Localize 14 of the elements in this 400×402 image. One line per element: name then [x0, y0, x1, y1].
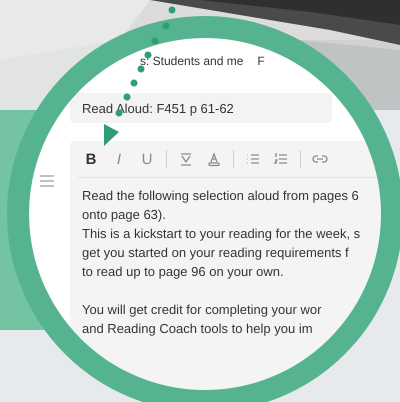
text-line: get you started on your reading requirements f — [82, 244, 349, 262]
text-line: to read up to page 96 on your own. — [82, 263, 284, 281]
text-line: This is a kickstart to your reading for the week, s — [82, 225, 360, 243]
text-line: Read the following selection aloud from pages 6 — [82, 187, 359, 205]
bold-button[interactable]: B — [82, 150, 100, 168]
assign-label: s: Students and me — [140, 54, 244, 68]
text-line: and Reading Coach tools to help you im — [82, 320, 313, 338]
highlighter-icon — [178, 151, 194, 167]
column-label: F — [257, 54, 265, 68]
text-line: onto page 63). — [82, 206, 166, 224]
text-line: You will get credit for completing your wor — [82, 301, 322, 319]
menu-icon[interactable] — [40, 175, 54, 187]
font-color-icon — [206, 151, 222, 167]
title-field[interactable]: Read Aloud: F451 p 61-62 — [70, 93, 332, 123]
